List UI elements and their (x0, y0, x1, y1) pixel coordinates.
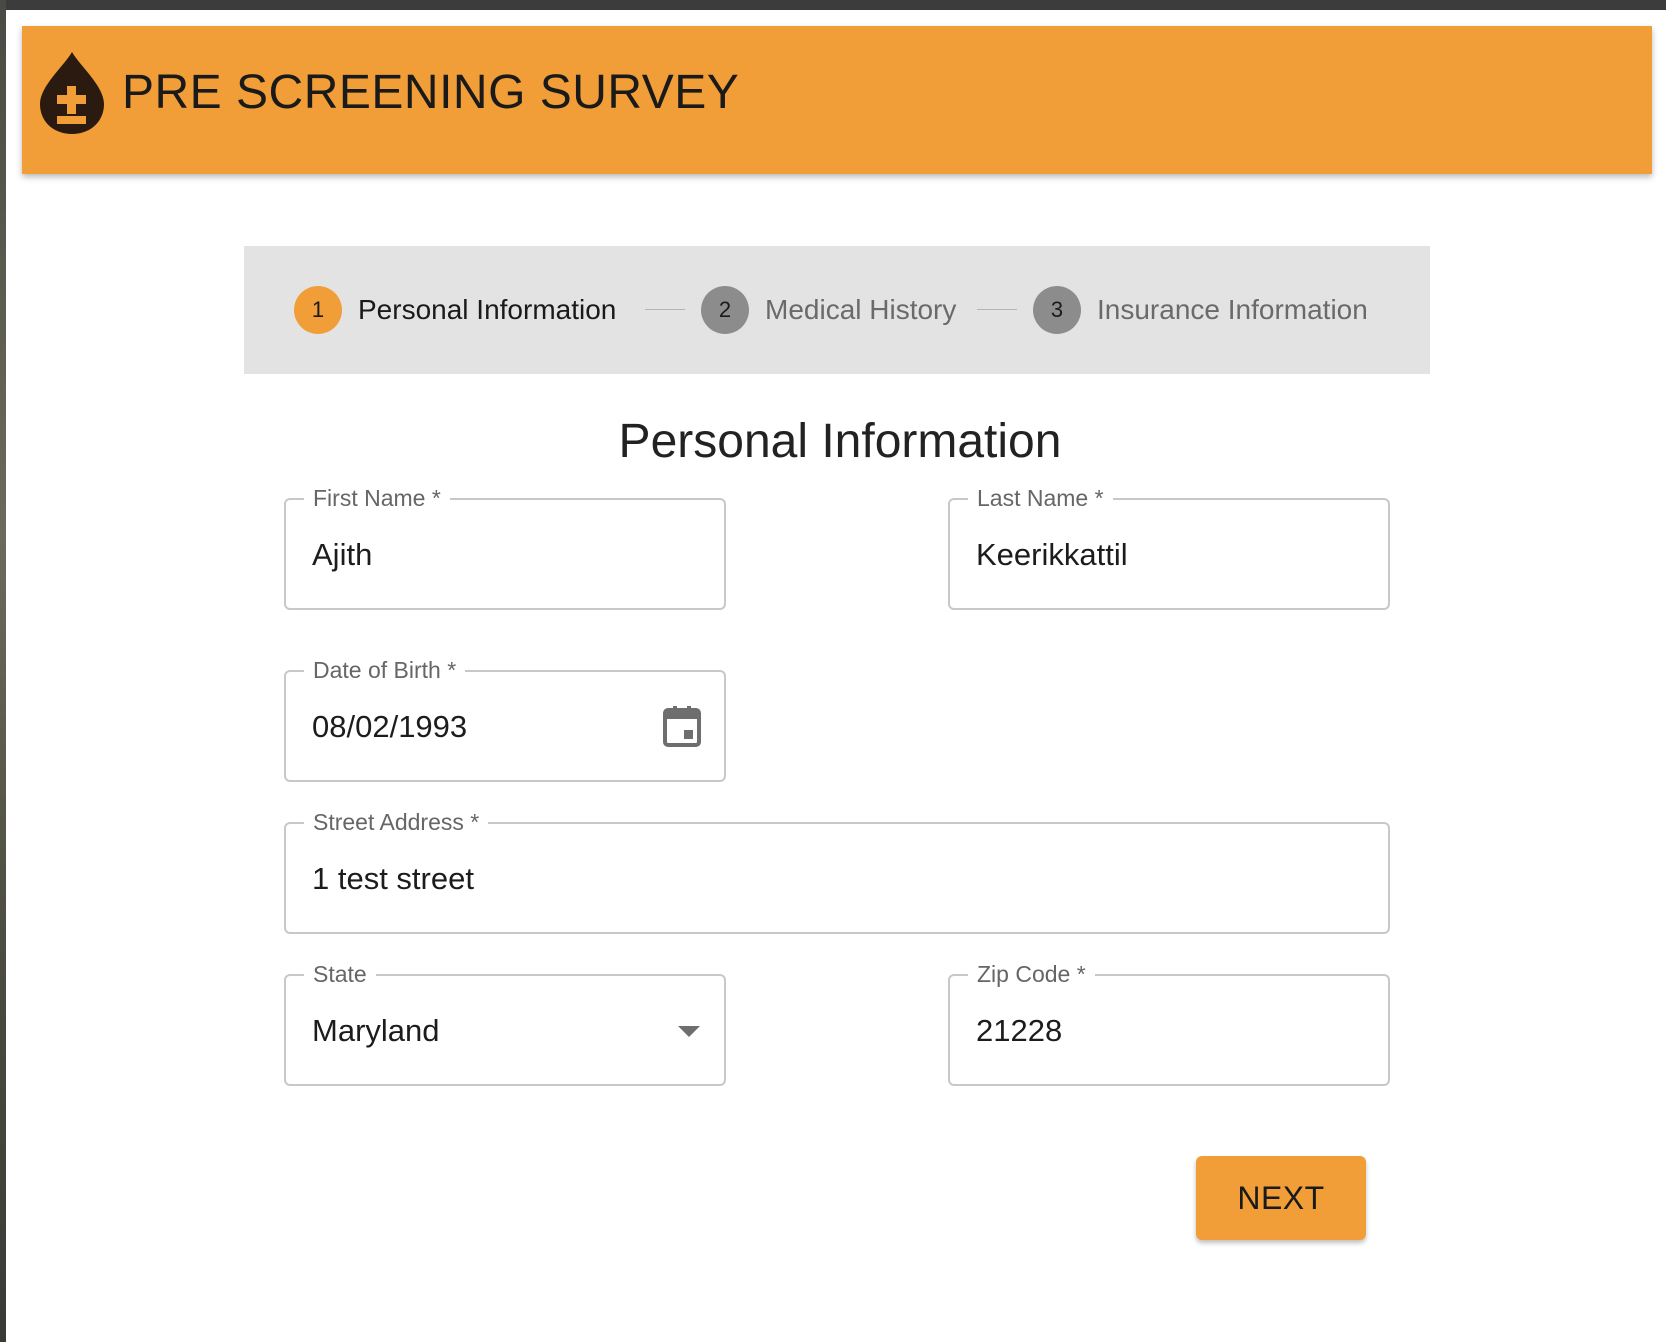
last-name-field[interactable]: Last Name * Keerikkattil (948, 483, 1390, 610)
street-address-field[interactable]: Street Address * 1 test street (284, 807, 1390, 934)
first-name-label: First Name * (304, 483, 450, 513)
state-value[interactable]: Maryland (312, 1012, 440, 1050)
step-number-badge: 2 (701, 286, 749, 334)
step-number-badge: 1 (294, 286, 342, 334)
step-label: Personal Information (358, 294, 617, 325)
step-label: Insurance Information (1097, 294, 1368, 325)
last-name-label: Last Name * (968, 483, 1113, 513)
progress-stepper: 1 Personal Information 2 Medical History… (244, 246, 1430, 374)
form-title: Personal Information (618, 415, 1062, 468)
calendar-icon[interactable] (662, 704, 702, 748)
dropdown-arrow-icon[interactable] (678, 1024, 700, 1038)
state-select[interactable]: State Maryland (284, 959, 726, 1086)
date-of-birth-label: Date of Birth * (304, 655, 466, 685)
date-of-birth-value[interactable]: 08/02/1993 (312, 708, 467, 746)
step-label: Medical History (765, 294, 957, 325)
step-medical-history[interactable]: 2 Medical History (701, 286, 956, 334)
street-address-value[interactable]: 1 test street (312, 860, 474, 898)
window-top-edge (0, 0, 1666, 10)
date-of-birth-field[interactable]: Date of Birth * 08/02/1993 (284, 655, 726, 782)
state-label: State (304, 959, 376, 989)
step-number-badge: 3 (1033, 286, 1081, 334)
step-connector (977, 309, 1017, 310)
zip-code-field[interactable]: Zip Code * 21228 (948, 959, 1390, 1086)
app-title: PRE SCREENING SURVEY (122, 66, 740, 119)
window-left-edge (0, 0, 6, 1342)
next-button[interactable]: NEXT (1196, 1156, 1366, 1240)
step-connector (645, 309, 685, 310)
zip-code-label: Zip Code * (968, 959, 1095, 989)
step-insurance-information[interactable]: 3 Insurance Information (1033, 286, 1368, 334)
blood-drop-plus-icon (40, 52, 104, 134)
app-header: PRE SCREENING SURVEY (22, 26, 1652, 174)
first-name-field[interactable]: First Name * Ajith (284, 483, 726, 610)
step-personal-information[interactable]: 1 Personal Information (294, 286, 616, 334)
zip-code-value[interactable]: 21228 (976, 1012, 1062, 1050)
first-name-value[interactable]: Ajith (312, 536, 372, 574)
street-address-label: Street Address * (304, 807, 489, 837)
last-name-value[interactable]: Keerikkattil (976, 536, 1128, 574)
